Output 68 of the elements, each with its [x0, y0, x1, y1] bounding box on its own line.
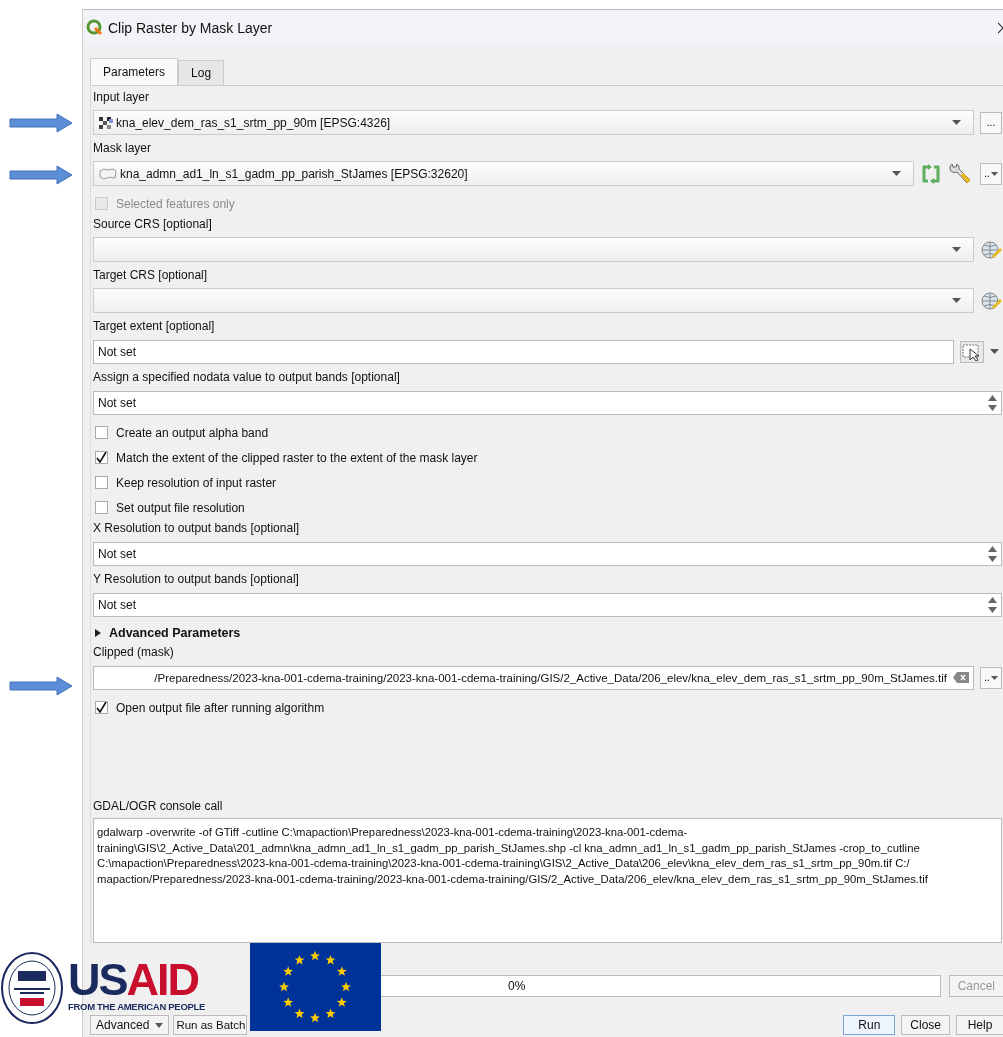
checkbox-label: Set output file resolution [116, 500, 245, 515]
raster-layer-icon [99, 116, 113, 129]
field-label: Target extent [optional] [93, 318, 215, 334]
dialog-button[interactable]: Run [843, 1015, 896, 1035]
field-label: Clipped (mask) [93, 644, 174, 660]
logo-tagline: FROM THE AMERICAN PEOPLE [68, 1001, 206, 1012]
expand-arrow-icon[interactable] [95, 629, 101, 637]
field-label: Y Resolution to output bands [optional] [93, 571, 299, 587]
caret-icon [952, 298, 961, 303]
field-label: Target CRS [optional] [93, 267, 208, 283]
number-field[interactable]: Not set [93, 541, 1002, 566]
caret-icon [892, 171, 901, 176]
section-header[interactable]: Advanced Parameters [109, 626, 241, 640]
checkbox-label: Match the extent of the clipped raster to the extent of the mask layer [116, 450, 478, 465]
dialog-button[interactable]: Run as Batch [173, 1015, 248, 1035]
field-label: Input layer [93, 89, 150, 105]
checkbox[interactable] [95, 476, 108, 489]
globe-icon[interactable] [980, 290, 1002, 311]
arrow-icon [9, 676, 73, 696]
select-extent-button[interactable] [960, 340, 984, 363]
layer-dropdown[interactable]: kna_elev_dem_ras_s1_srtm_pp_90m [EPSG:4326] [93, 110, 974, 135]
field-label: X Resolution to output bands [optional] [93, 520, 300, 536]
checkbox-label: Create an output alpha band [116, 425, 269, 440]
field-label: Source CRS [optional] [93, 216, 212, 232]
field-label: Assign a specified nodata value to output bands [optional] [93, 369, 400, 385]
progress-bar: 0% [380, 975, 941, 997]
field-label: GDAL/OGR console call [93, 798, 224, 814]
caret-icon [990, 675, 998, 680]
number-field[interactable]: Not set [93, 592, 1002, 617]
arrow-icon [9, 165, 73, 185]
browse-button[interactable]: .. [980, 666, 1002, 689]
logo-text: AID [126, 959, 198, 1001]
checkbox-label: Keep resolution of input raster [116, 475, 277, 490]
dialog-button[interactable]: Close [901, 1015, 950, 1035]
checkbox[interactable] [95, 451, 108, 464]
field-label: Mask layer [93, 140, 151, 156]
checkbox[interactable] [95, 701, 108, 714]
layer-dropdown[interactable]: kna_admn_ad1_ln_s1_gadm_pp_parish_StJames [EPSG:32620] [93, 161, 914, 186]
app-logo-icon [86, 19, 103, 36]
caret-icon [155, 1022, 164, 1028]
globe-icon[interactable] [980, 239, 1002, 260]
polygon-layer-icon [99, 167, 117, 180]
window-title: Clip Raster by Mask Layer [108, 19, 273, 36]
caret-icon[interactable] [990, 349, 999, 354]
spinner-arrows-icon[interactable] [988, 595, 997, 614]
browse-button[interactable]: ... [980, 111, 1002, 134]
tab[interactable]: Log [178, 60, 225, 85]
arrow-icon [9, 113, 73, 133]
console-text-area[interactable]: gdalwarp -overwrite -of GTiff -cutline C:\mapaction\Preparedness\2023-kna-001-cdema-training\2023-kna-001-cdema- training\GIS\2_Active_Data\201_admn\kna_admn_ad1_ln_s1_gadm_pp_parish_StJames.shp -cl kna_admn_ad1_ln_s1_gadm_pp_parish_StJames -crop_to_cutline C:\mapaction\Preparedness\2023-kna-001-cdema-training\2023-kna-001-cdema-training\GIS\2_Active_Data\206_elev\kna_elev_dem_ras_s1_srtm_pp_90m.tif C:/ mapaction/Preparedness/2023-kna-001-cdema-training/2023-kna-001-cdema-training/GIS/2_Active_Data/206_elev/kna_elev_dem_ras_s1_srtm_pp_90m_StJames.tif [93, 818, 1002, 943]
checkbox-label: Open output file after running algorithm [116, 700, 325, 715]
clear-icon[interactable] [953, 672, 969, 683]
dialog-button[interactable]: Help [956, 1015, 1003, 1035]
caret-icon [952, 120, 961, 125]
checkbox-label: Selected features only [116, 196, 235, 211]
caret-icon [952, 247, 961, 252]
checkbox[interactable] [95, 501, 108, 514]
dialog-button[interactable]: Advanced [90, 1015, 170, 1035]
spinner-arrows-icon[interactable] [988, 544, 997, 563]
extent-field[interactable]: Not set [93, 339, 954, 364]
browse-button[interactable]: .. [980, 162, 1002, 185]
number-field[interactable]: Not set [93, 390, 1002, 415]
checkbox[interactable] [95, 426, 108, 439]
logo-text: US [68, 959, 127, 1001]
file-path-field[interactable]: /Preparedness/2023-kna-001-cdema-training/2023-kna-001-cdema-training/GIS/2_Active_Data/206_elev/kna_elev_dem_ras_s1_srtm_pp_90m_StJames.tif [93, 665, 974, 690]
spinner-arrows-icon[interactable] [988, 393, 997, 412]
caret-icon [990, 171, 998, 176]
refresh-icon[interactable] [920, 162, 942, 185]
tab[interactable]: Parameters [90, 58, 179, 85]
